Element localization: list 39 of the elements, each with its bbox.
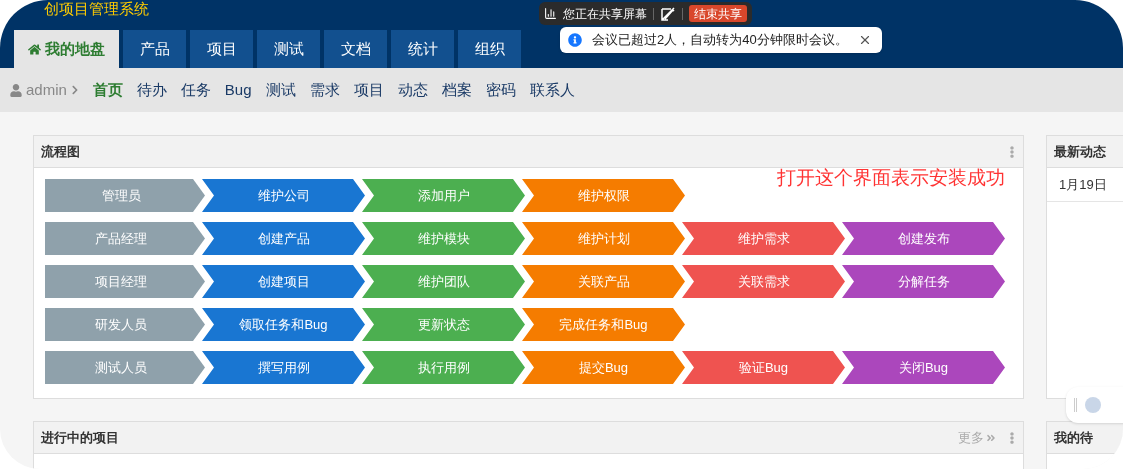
signal-icon	[544, 7, 557, 20]
nav-tab[interactable]: 产品	[123, 30, 186, 68]
sub-nav-link[interactable]: 密码	[485, 78, 516, 102]
sub-nav-link[interactable]: 需求	[309, 78, 340, 102]
info-icon	[568, 33, 582, 47]
chevron-icon	[70, 85, 79, 95]
sub-nav-link[interactable]: 测试	[265, 78, 296, 102]
user-icon	[10, 83, 22, 97]
panel-title: 最新动态	[1054, 142, 1106, 161]
sub-nav-link[interactable]: 档案	[441, 78, 472, 102]
sub-nav-link[interactable]: 项目	[353, 78, 384, 102]
sub-nav-link[interactable]: 联系人	[529, 78, 575, 102]
app-title: 创项目管理系统	[44, 0, 149, 18]
more-icon[interactable]	[1008, 431, 1016, 444]
avatar-placeholder	[1085, 397, 1101, 413]
home-icon	[28, 42, 41, 56]
nav-tab[interactable]: 组织	[458, 30, 521, 68]
nav-tab[interactable]: 测试	[257, 30, 320, 68]
nav-tab[interactable]: 统计	[391, 30, 454, 68]
annotate-off-icon[interactable]	[660, 5, 676, 22]
more-icon[interactable]	[1008, 145, 1016, 158]
panel-title: 流程图	[41, 142, 80, 161]
sub-nav-link[interactable]: 任务	[180, 78, 211, 102]
panel-title: 我的待	[1054, 428, 1093, 447]
sub-nav-link[interactable]: 动态	[397, 78, 428, 102]
share-status: 您正在共享屏幕	[563, 5, 647, 23]
nav-tab[interactable]: 项目	[190, 30, 253, 68]
double-chevron-icon	[986, 432, 996, 443]
notice-message: 会议已超过2人，自动转为40分钟限时会议。	[592, 31, 848, 50]
annotation-text: 打开这个界面表示安装成功	[777, 166, 1005, 190]
sub-nav-link[interactable]: Bug	[224, 78, 252, 102]
sub-nav-link[interactable]: 待办	[136, 78, 167, 102]
drag-handle-icon[interactable]	[1074, 398, 1077, 412]
panel-title: 进行中的项目	[41, 428, 119, 447]
sub-nav-link[interactable]: 首页	[92, 78, 123, 102]
activity-entry: 1月19日	[1059, 175, 1107, 194]
nav-tab[interactable]: 我的地盘	[14, 30, 119, 68]
stop-share-button[interactable]: 结束共享	[689, 5, 747, 22]
nav-tab[interactable]: 文档	[324, 30, 387, 68]
